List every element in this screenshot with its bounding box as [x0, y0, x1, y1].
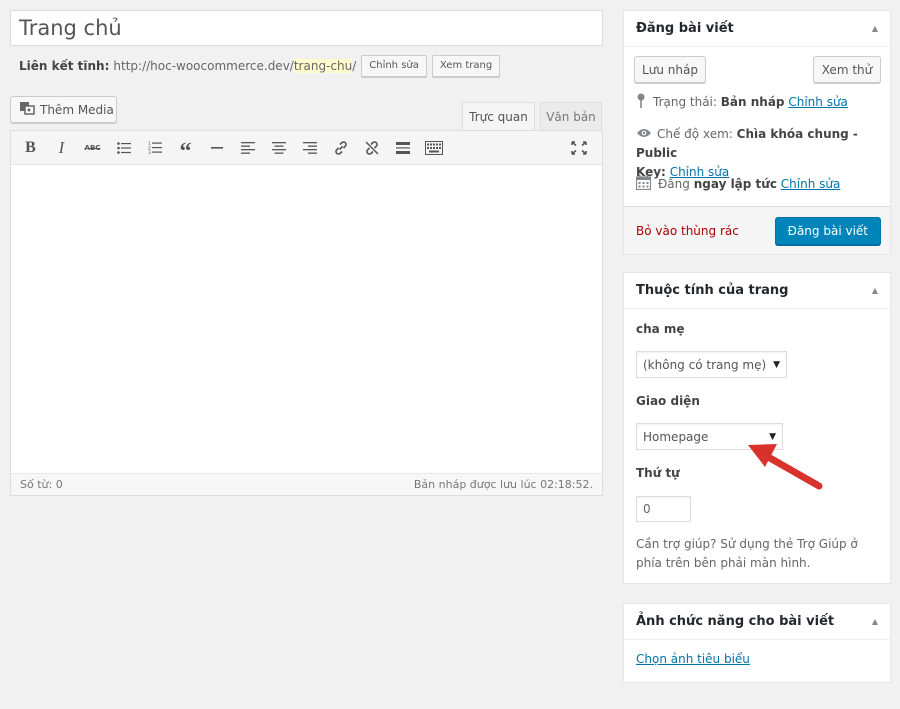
featured-image-box: Ảnh chức năng cho bài viết ▲ Chọn ảnh ti… — [623, 603, 891, 683]
publish-box: Đăng bài viết ▲ Lưu nháp Xem thử Trạng t… — [623, 10, 891, 255]
editor-toolbar: B I ABC 123 “ — [11, 131, 602, 165]
page-attributes-header[interactable]: Thuộc tính của trang ▲ — [624, 273, 890, 309]
edit-status-link[interactable]: Chỉnh sửa — [788, 95, 848, 109]
word-count: Số từ: 0 — [20, 478, 63, 491]
permalink-suffix: / — [352, 59, 357, 73]
order-value: 0 — [643, 502, 651, 516]
permalink-row: Liên kết tĩnh: http://hoc-woocommerce.de… — [19, 54, 501, 78]
order-label: Thứ tự — [636, 466, 680, 480]
status-value: Bản nháp — [720, 95, 785, 109]
help-text: Cần trợ giúp? Sử dụng thẻ Trợ Giúp ở phí… — [636, 537, 858, 570]
align-right-icon[interactable] — [294, 134, 325, 162]
fullscreen-icon[interactable] — [563, 134, 594, 162]
publish-box-header[interactable]: Đăng bài viết ▲ — [624, 11, 890, 47]
save-draft-button[interactable]: Lưu nháp — [634, 56, 706, 83]
permalink-label: Liên kết tĩnh: — [19, 59, 110, 73]
featured-image-header[interactable]: Ảnh chức năng cho bài viết ▲ — [624, 604, 890, 640]
publish-button[interactable]: Đăng bài viết — [774, 216, 881, 245]
permalink-slug[interactable]: trang-chu — [293, 59, 353, 73]
permalink-base-url[interactable]: http://hoc-woocommerce.dev/ — [113, 59, 293, 73]
add-media-label: Thêm Media — [40, 102, 114, 117]
tab-text[interactable]: Văn bản — [540, 102, 602, 130]
set-featured-image-link[interactable]: Chọn ảnh tiêu biểu — [636, 652, 750, 666]
permalink-edit-button[interactable]: Chỉnh sửa — [361, 55, 427, 77]
move-to-trash-link[interactable]: Bỏ vào thùng rác — [636, 224, 739, 238]
preview-button[interactable]: Xem thử — [813, 56, 881, 83]
visibility-label: Chế độ xem: — [657, 127, 733, 141]
bold-icon[interactable]: B — [15, 134, 46, 162]
publish-box-title: Đăng bài viết — [636, 21, 734, 36]
post-title-text: Trang chủ — [19, 16, 122, 40]
post-title-input[interactable]: Trang chủ — [10, 10, 603, 46]
status-label: Trạng thái: — [653, 95, 717, 109]
visibility-row: Chế độ xem: Chìa khóa chung - Public Key:… — [636, 125, 886, 182]
link-icon[interactable] — [325, 134, 356, 162]
draft-saved-status: Bản nháp được lưu lúc 02:18:52. — [413, 478, 593, 491]
parent-label: cha mẹ — [636, 322, 685, 336]
view-page-button[interactable]: Xem trang — [431, 55, 501, 77]
schedule-row: Đăng ngay lập tức Chỉnh sửa — [635, 175, 841, 196]
tab-visual[interactable]: Trực quan — [462, 102, 535, 130]
blockquote-icon[interactable]: “ — [170, 134, 201, 164]
edit-schedule-link[interactable]: Chỉnh sửa — [781, 177, 841, 191]
template-label: Giao diện — [636, 394, 700, 408]
editor-content-area[interactable] — [11, 165, 602, 473]
svg-text:3: 3 — [148, 150, 151, 154]
read-more-icon[interactable] — [387, 134, 418, 162]
toolbar-toggle-icon[interactable] — [418, 134, 449, 162]
collapse-arrow-icon[interactable]: ▲ — [872, 617, 878, 626]
align-center-icon[interactable] — [263, 134, 294, 162]
featured-image-title: Ảnh chức năng cho bài viết — [636, 614, 835, 629]
publish-value: ngay lập tức — [693, 177, 777, 191]
content-editor: B I ABC 123 “ Số từ: 0 Bản nháp được lưu… — [10, 130, 603, 496]
add-media-button[interactable]: Thêm Media — [10, 96, 117, 123]
eye-icon — [636, 125, 652, 144]
dropdown-arrow-icon: ▼ — [773, 359, 780, 370]
collapse-arrow-icon[interactable]: ▲ — [872, 24, 878, 33]
parent-page-value: (không có trang mẹ) — [643, 357, 767, 372]
media-icon — [19, 101, 35, 118]
pin-icon — [636, 93, 646, 115]
publish-label: Đăng — [658, 177, 690, 191]
parent-page-select[interactable]: (không có trang mẹ) ▼ — [636, 351, 787, 378]
template-value: Homepage — [643, 429, 709, 444]
status-row: Trạng thái: Bản nháp Chỉnh sửa — [636, 93, 848, 115]
page-attributes-box: Thuộc tính của trang ▲ cha mẹ (không có … — [623, 272, 891, 584]
strikethrough-icon[interactable]: ABC — [77, 134, 108, 162]
annotation-arrow-icon — [748, 444, 823, 490]
align-left-icon[interactable] — [232, 134, 263, 162]
horizontal-rule-icon[interactable] — [201, 134, 232, 162]
bullet-list-icon[interactable] — [108, 134, 139, 162]
numbered-list-icon[interactable]: 123 — [139, 134, 170, 162]
collapse-arrow-icon[interactable]: ▲ — [872, 286, 878, 295]
order-input[interactable]: 0 — [636, 496, 691, 522]
italic-icon[interactable]: I — [46, 134, 77, 162]
editor-status-bar: Số từ: 0 Bản nháp được lưu lúc 02:18:52. — [11, 473, 602, 495]
publish-actions: Bỏ vào thùng rác Đăng bài viết — [624, 206, 890, 254]
unlink-icon[interactable] — [356, 134, 387, 162]
calendar-icon — [635, 175, 652, 196]
page-attributes-title: Thuộc tính của trang — [636, 283, 789, 298]
